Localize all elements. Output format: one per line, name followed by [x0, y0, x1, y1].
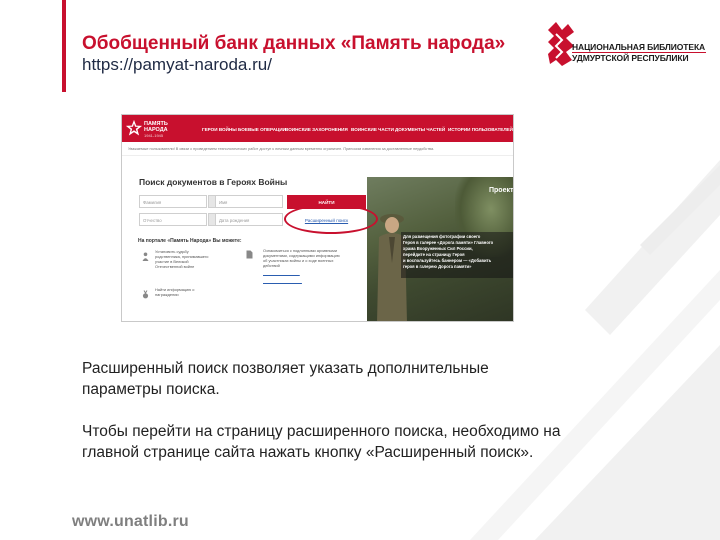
- library-logo: НАЦИОНАЛЬНАЯ БИБЛИОТЕКА УДМУРТСКОЙ РЕСПУ…: [546, 16, 716, 74]
- site-header: ПАМЯТЬ НАРОДА 1941-1945 ГЕРОИ ВОЙНЫ БОЕВ…: [122, 115, 513, 142]
- document-icon: [246, 250, 253, 259]
- nav-operations[interactable]: БОЕВЫЕ ОПЕРАЦИИ: [238, 127, 286, 132]
- nav-heroes[interactable]: ГЕРОИ ВОЙНЫ: [202, 127, 237, 132]
- name-input[interactable]: Имя: [215, 195, 283, 208]
- feature-award-line2: награждении: [155, 292, 179, 297]
- notice-divider: [122, 155, 513, 156]
- library-name-line1: НАЦИОНАЛЬНАЯ БИБЛИОТЕКА: [572, 42, 706, 52]
- feature-fate-line4: Отечественной войне: [155, 264, 195, 269]
- feature-docs-link2[interactable]: [263, 278, 302, 283]
- birthdate-input[interactable]: Дата рождения: [215, 213, 283, 226]
- highlight-ellipse: [284, 204, 378, 234]
- patronymic-input[interactable]: Отчество: [139, 213, 207, 226]
- hero-banner[interactable]: Проект Для размещения фотографии своего …: [367, 177, 514, 321]
- red-star-icon: [125, 119, 143, 136]
- library-name-line2: УДМУРТСКОЙ РЕСПУБЛИКИ: [572, 53, 689, 63]
- paragraph2-line2: главной странице сайта нажать кнопку «Ра…: [82, 444, 534, 461]
- nav-burials[interactable]: ВОИНСКИЕ ЗАХОРОНЕНИЯ: [285, 127, 348, 132]
- footer-url[interactable]: www.unatlib.ru: [72, 513, 189, 531]
- hero-caption-line2: Героя в галерее «Дорога памяти» Главного: [403, 240, 494, 245]
- slide-title: Обобщенный банк данных «Память народа»: [82, 33, 506, 54]
- hero-caption-line6: героя в галерею Дорога памяти»: [403, 264, 472, 269]
- hero-caption-line1: Для размещения фотографии своего: [403, 234, 481, 239]
- nav-unit-documents[interactable]: ДОКУМЕНТЫ ЧАСТЕЙ: [395, 127, 445, 132]
- website-screenshot: ПАМЯТЬ НАРОДА 1941-1945 ГЕРОИ ВОЙНЫ БОЕВ…: [121, 114, 514, 322]
- medal-icon: [142, 290, 149, 299]
- paragraph2-line1: Чтобы перейти на страницу расширенного п…: [82, 423, 561, 440]
- hero-caption-line5: и воспользуйтесь баннером — «Добавить: [403, 258, 492, 263]
- paragraph1-line1: Расширенный поиск позволяет указать допо…: [82, 360, 489, 377]
- person-icon: [142, 252, 149, 261]
- feature-docs-link1[interactable]: [263, 270, 300, 275]
- hero-caption-line4: перейдите на страницу Героя: [403, 252, 465, 257]
- nav-user-stories[interactable]: ИСТОРИИ ПОЛЬЗОВАТЕЛЕЙ: [448, 127, 513, 132]
- title-accent-bar: [62, 0, 66, 92]
- site-logo-years: 1941-1945: [144, 133, 164, 138]
- paragraph1-line2: параметры поиска.: [82, 381, 220, 398]
- maintenance-notice: Уважаемые пользователи! В связи с провед…: [128, 147, 435, 151]
- slide-url[interactable]: https://pamyat-naroda.ru/: [82, 55, 272, 75]
- surname-input[interactable]: Фамилия: [139, 195, 207, 208]
- portal-heading: На портале «Память Народа» Вы можете:: [138, 238, 242, 244]
- hero-title: Проект: [489, 187, 514, 194]
- hero-caption-line3: храма Вооруженных Сил России,: [403, 246, 473, 251]
- search-heading: Поиск документов в Героях Войны: [139, 177, 288, 187]
- nav-units[interactable]: ВОИНСКИЕ ЧАСТИ: [351, 127, 394, 132]
- description-text: Расширенный поиск позволяет указать допо…: [82, 358, 560, 463]
- feature-docs-line4: действий: [263, 263, 280, 268]
